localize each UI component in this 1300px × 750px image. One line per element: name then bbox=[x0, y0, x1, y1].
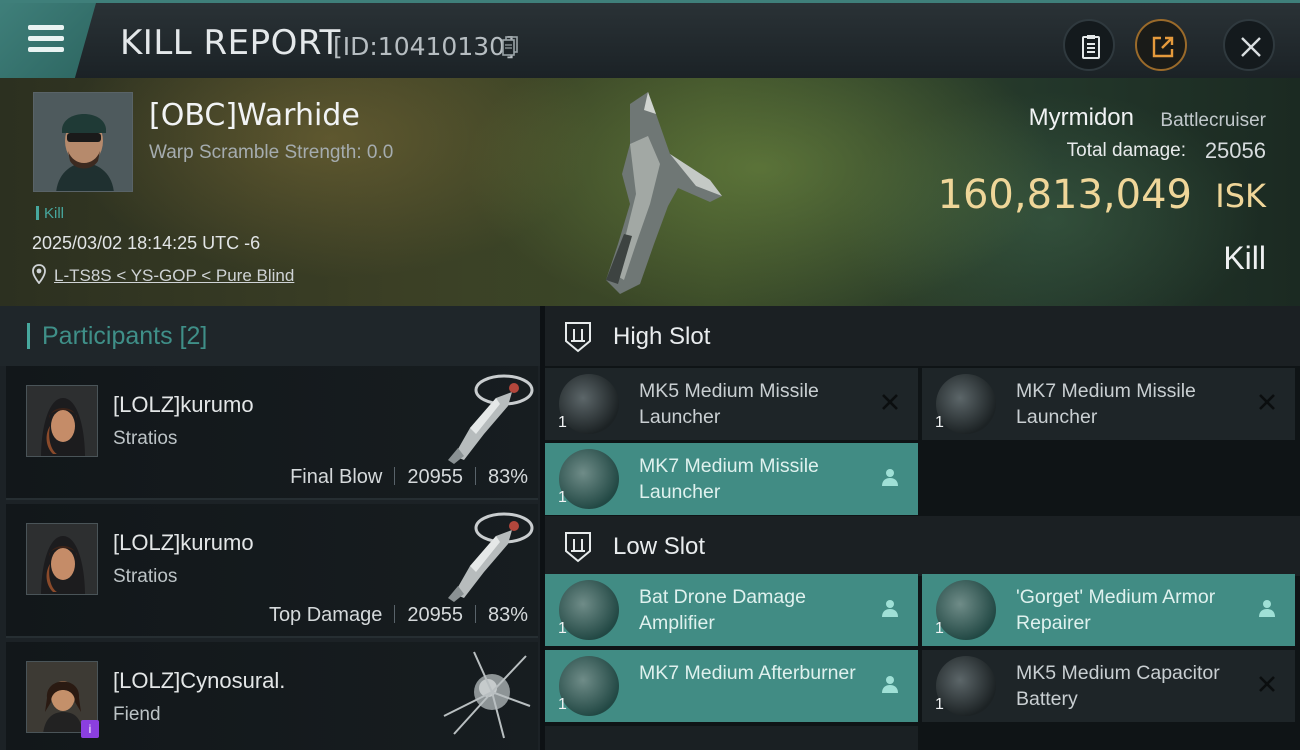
clipboard-button[interactable] bbox=[1063, 19, 1115, 71]
participant-stats: Top Damage 20955 83% bbox=[269, 604, 528, 627]
title-bar: KILL REPORT [ID:10410130] bbox=[0, 0, 1300, 78]
low-slot-header: Low Slot bbox=[545, 516, 1300, 576]
dropped-person-icon bbox=[882, 676, 898, 693]
victim-name[interactable]: [OBC]Warhide bbox=[149, 98, 360, 133]
participants-title: Participants [2] bbox=[42, 322, 208, 350]
module-item[interactable]: 1 MK7 Medium Missile Launcher bbox=[545, 443, 918, 515]
dropped-person-icon bbox=[1259, 600, 1275, 617]
missile-launcher-icon bbox=[936, 374, 996, 434]
destroyed-x-icon bbox=[1259, 394, 1275, 410]
participant-name: [LOLZ]kurumo bbox=[113, 392, 254, 417]
participant-ship: Stratios bbox=[113, 566, 178, 587]
participants-header: Participants [2] bbox=[0, 306, 540, 366]
participant-name: [LOLZ]Cynosural. bbox=[113, 668, 286, 693]
participant-ship: Stratios bbox=[113, 428, 178, 449]
kill-timestamp: 2025/03/02 18:14:25 UTC -6 bbox=[32, 233, 261, 253]
module-item[interactable]: 1 MK5 Medium Capacitor Battery bbox=[922, 650, 1295, 722]
isk-value: 160,813,049 bbox=[937, 172, 1192, 218]
share-icon bbox=[1152, 36, 1174, 58]
participant-card[interactable]: [LOLZ]kurumo Stratios Top Damage 20955 83% bbox=[6, 504, 538, 638]
participant-damage: 20955 bbox=[407, 466, 463, 488]
missile-launcher-icon bbox=[559, 449, 619, 509]
victim-ship-class: Battlecruiser bbox=[1160, 110, 1266, 131]
report-id: [ID:10410130] bbox=[333, 32, 515, 61]
dropped-person-icon bbox=[882, 469, 898, 486]
clipboard-icon bbox=[1082, 35, 1100, 59]
close-icon bbox=[1241, 37, 1261, 57]
high-slot-icon bbox=[565, 322, 591, 353]
fitting-panel: High Slot 1 MK5 Medium Missile Launcher … bbox=[545, 306, 1300, 750]
total-damage-label: Total damage: bbox=[1066, 140, 1186, 161]
module-item[interactable] bbox=[545, 726, 918, 750]
warp-scramble-strength: Warp Scramble Strength: 0.0 bbox=[149, 142, 394, 163]
capacitor-battery-icon bbox=[936, 656, 996, 716]
participant-name: [LOLZ]kurumo bbox=[113, 530, 254, 555]
participant-role: Final Blow bbox=[290, 466, 383, 488]
hamburger-icon bbox=[28, 25, 64, 53]
module-name: MK7 Medium Missile Launcher bbox=[1016, 380, 1196, 428]
armor-repairer-icon bbox=[936, 580, 996, 640]
module-quantity: 1 bbox=[935, 620, 944, 637]
module-quantity: 1 bbox=[558, 489, 567, 506]
participant-percent: 83% bbox=[487, 604, 528, 626]
participant-percent: 83% bbox=[487, 466, 528, 488]
drone-amplifier-icon bbox=[559, 580, 619, 640]
module-item[interactable]: 1 'Gorget' Medium Armor Repairer bbox=[922, 574, 1295, 646]
module-item[interactable]: 1 MK5 Medium Missile Launcher bbox=[545, 368, 918, 440]
total-damage-value: 25056 bbox=[1204, 138, 1266, 163]
participant-ship-image bbox=[443, 651, 531, 739]
missile-launcher-icon bbox=[559, 374, 619, 434]
module-name: Bat Drone Damage Amplifier bbox=[639, 586, 806, 634]
participant-card[interactable]: [LOLZ]kurumo Stratios Final Blow 20955 83% bbox=[6, 366, 538, 500]
participant-role: Top Damage bbox=[268, 604, 383, 626]
high-slot-title: High Slot bbox=[613, 323, 711, 350]
participant-avatar bbox=[26, 385, 98, 457]
module-item[interactable]: 1 Bat Drone Damage Amplifier bbox=[545, 574, 918, 646]
destroyed-x-icon bbox=[882, 394, 898, 410]
module-item[interactable]: 1 MK7 Medium Afterburner bbox=[545, 650, 918, 722]
close-button[interactable] bbox=[1223, 19, 1275, 71]
isk-unit: ISK bbox=[1215, 177, 1266, 215]
victim-ship-image bbox=[606, 92, 722, 294]
page-title: KILL REPORT bbox=[120, 23, 341, 63]
kill-tag: Kill bbox=[36, 205, 64, 222]
low-slot-icon bbox=[565, 532, 591, 563]
dropped-person-icon bbox=[882, 600, 898, 617]
victim-ship-name[interactable]: Myrmidon bbox=[1029, 104, 1134, 132]
participant-damage: 20955 bbox=[407, 604, 463, 626]
module-name: 'Gorget' Medium Armor Repairer bbox=[1016, 586, 1216, 634]
module-quantity: 1 bbox=[935, 414, 944, 431]
module-quantity: 1 bbox=[558, 414, 567, 431]
share-button[interactable] bbox=[1135, 19, 1187, 71]
module-item[interactable]: 1 MK7 Medium Missile Launcher bbox=[922, 368, 1295, 440]
menu-button[interactable] bbox=[0, 3, 96, 78]
kill-result: Kill bbox=[1223, 240, 1266, 276]
module-name: MK7 Medium Afterburner bbox=[639, 662, 856, 684]
destroyed-x-icon bbox=[1259, 676, 1275, 692]
module-name: MK7 Medium Missile Launcher bbox=[639, 455, 819, 503]
afterburner-icon bbox=[559, 656, 619, 716]
victim-avatar[interactable] bbox=[33, 92, 133, 192]
participants-panel: Participants [2] [LOLZ]kurumo Stratios F… bbox=[0, 306, 540, 750]
module-name: MK5 Medium Capacitor Battery bbox=[1016, 662, 1220, 710]
participant-badge: i bbox=[81, 720, 99, 738]
participant-stats: Final Blow 20955 83% bbox=[290, 466, 528, 489]
low-slot-title: Low Slot bbox=[613, 533, 706, 560]
module-name: MK5 Medium Missile Launcher bbox=[639, 380, 819, 428]
participant-ship-image bbox=[448, 374, 534, 464]
module-quantity: 1 bbox=[558, 696, 567, 713]
participant-ship-image bbox=[448, 512, 534, 602]
high-slot-header: High Slot bbox=[545, 306, 1300, 366]
kill-location-link[interactable]: L-TS8S < YS-GOP < Pure Blind bbox=[54, 266, 294, 286]
victim-banner: [OBC]Warhide Warp Scramble Strength: 0.0… bbox=[0, 78, 1300, 306]
participant-avatar bbox=[26, 523, 98, 595]
participant-ship: Fiend bbox=[113, 704, 161, 725]
location-pin-icon bbox=[32, 264, 46, 284]
module-quantity: 1 bbox=[935, 696, 944, 713]
copy-icon[interactable] bbox=[502, 36, 518, 56]
module-quantity: 1 bbox=[558, 620, 567, 637]
participant-card[interactable]: i [LOLZ]Cynosural. Fiend bbox=[6, 642, 538, 750]
